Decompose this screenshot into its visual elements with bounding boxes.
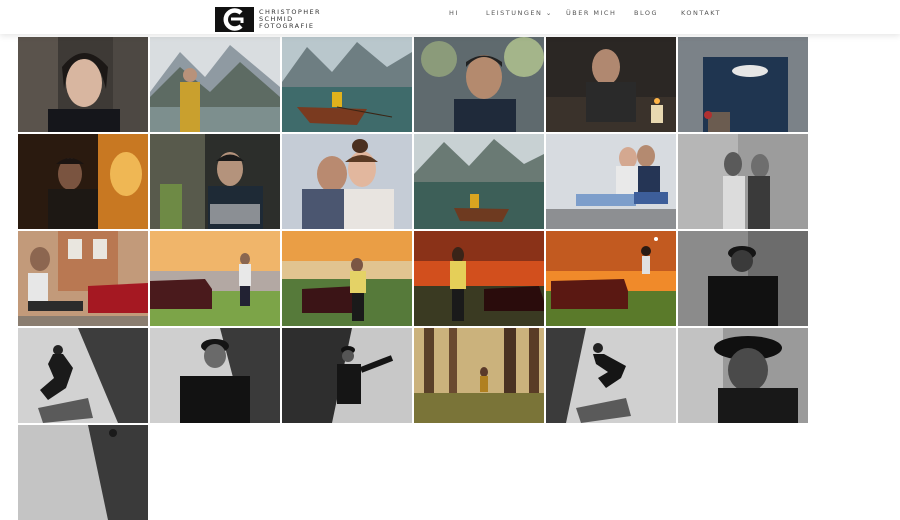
- gallery-photo-2[interactable]: [150, 37, 280, 132]
- nav-item-blog[interactable]: BLOG: [634, 9, 658, 17]
- gallery-photo-3[interactable]: [282, 37, 412, 132]
- gallery-photo-5[interactable]: [546, 37, 676, 132]
- gallery-photo-23[interactable]: [546, 328, 676, 423]
- gallery-photo-10[interactable]: [414, 134, 544, 229]
- gallery-photo-11[interactable]: [546, 134, 676, 229]
- gallery-photo-20[interactable]: [150, 328, 280, 423]
- gallery-photo-15[interactable]: [282, 231, 412, 326]
- nav-item-kontakt[interactable]: KONTAKT: [681, 9, 721, 17]
- main-nav: HI LEISTUNGEN ⌄ ÜBER MICH BLOG KONTAKT: [0, 9, 900, 21]
- gallery-photo-4[interactable]: [414, 37, 544, 132]
- gallery-photo-16[interactable]: [414, 231, 544, 326]
- gallery-photo-8[interactable]: [150, 134, 280, 229]
- gallery-photo-1[interactable]: [18, 37, 148, 132]
- gallery-photo-19[interactable]: [18, 328, 148, 423]
- gallery-photo-18[interactable]: [678, 231, 808, 326]
- nav-item-hi[interactable]: HI: [449, 9, 459, 17]
- gallery-photo-9[interactable]: [282, 134, 412, 229]
- gallery-photo-22[interactable]: [414, 328, 544, 423]
- gallery-photo-25[interactable]: [18, 425, 148, 520]
- gallery-photo-6[interactable]: [678, 37, 808, 132]
- gallery-photo-21[interactable]: [282, 328, 412, 423]
- gallery-photo-13[interactable]: [18, 231, 148, 326]
- gallery-photo-17[interactable]: [546, 231, 676, 326]
- nav-item-ueber-mich[interactable]: ÜBER MICH: [566, 9, 616, 17]
- nav-item-leistungen[interactable]: LEISTUNGEN ⌄: [486, 9, 553, 17]
- site-header: CHRISTOPHER SCHMID FOTOGRAFIE HI LEISTUN…: [0, 0, 900, 34]
- gallery-photo-7[interactable]: [18, 134, 148, 229]
- gallery-photo-14[interactable]: [150, 231, 280, 326]
- brand-line-3: FOTOGRAFIE: [259, 22, 315, 31]
- gallery-photo-12[interactable]: [678, 134, 808, 229]
- gallery-photo-24[interactable]: [678, 328, 808, 423]
